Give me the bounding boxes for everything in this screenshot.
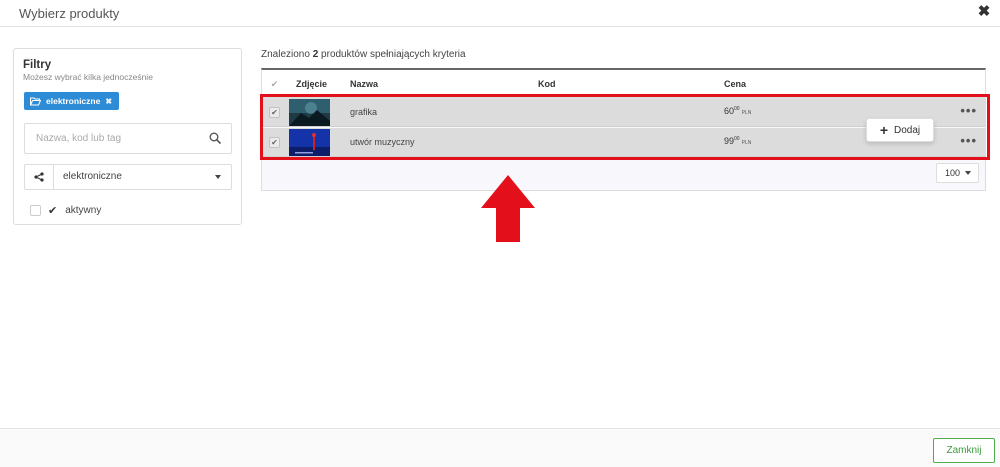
arrow-up-icon [481,175,535,242]
folder-open-icon [30,97,41,105]
active-filter[interactable]: ✔ aktywny [30,203,101,217]
results-count-number: 2 [312,49,319,60]
check-icon: ✔ [48,204,58,217]
share-icon-wrap [25,165,54,189]
select-all-checkbox[interactable]: ✔ [269,79,280,90]
per-page-select[interactable]: 100 [936,163,979,183]
results-count: Znaleziono 2 produktów spełniających kry… [261,49,466,60]
filters-subtitle: Możesz wybrać kilka jednocześnie [23,72,153,82]
active-label: aktywny [65,204,102,216]
filters-panel: Filtry Możesz wybrać kilka jednocześnie … [13,48,242,225]
tag-select-value: elektroniczne [63,171,122,182]
tag-remove-icon[interactable]: ✖ [105,97,112,106]
modal-header: Wybierz produkty ✖ [0,0,1000,27]
search-input[interactable] [25,124,205,153]
results-count-prefix: Znaleziono [261,49,310,60]
close-button[interactable]: Zamknij [933,438,995,463]
modal-title: Wybierz produkty [19,6,120,21]
column-price[interactable]: Cena [724,79,746,89]
column-name[interactable]: Nazwa [350,79,378,89]
highlight-box [260,94,990,160]
active-checkbox[interactable] [30,204,41,216]
close-icon[interactable]: ✖ [977,4,991,20]
filter-tag-label: elektroniczne [46,96,101,106]
chevron-down-icon [215,175,221,179]
modal-footer [0,428,1000,467]
chevron-down-icon [965,171,972,175]
filters-title: Filtry [23,59,52,71]
per-page-value: 100 [945,168,961,178]
results-count-suffix: produktów spełniających kryteria [321,49,466,60]
search-icon[interactable] [209,132,221,144]
column-code[interactable]: Kod [538,79,556,89]
tag-select[interactable]: elektroniczne [24,164,232,190]
filter-tag-elektroniczne[interactable]: elektroniczne ✖ [24,92,120,110]
search-box [24,123,232,154]
column-image: Zdjęcie [296,79,328,89]
share-icon [34,172,44,182]
